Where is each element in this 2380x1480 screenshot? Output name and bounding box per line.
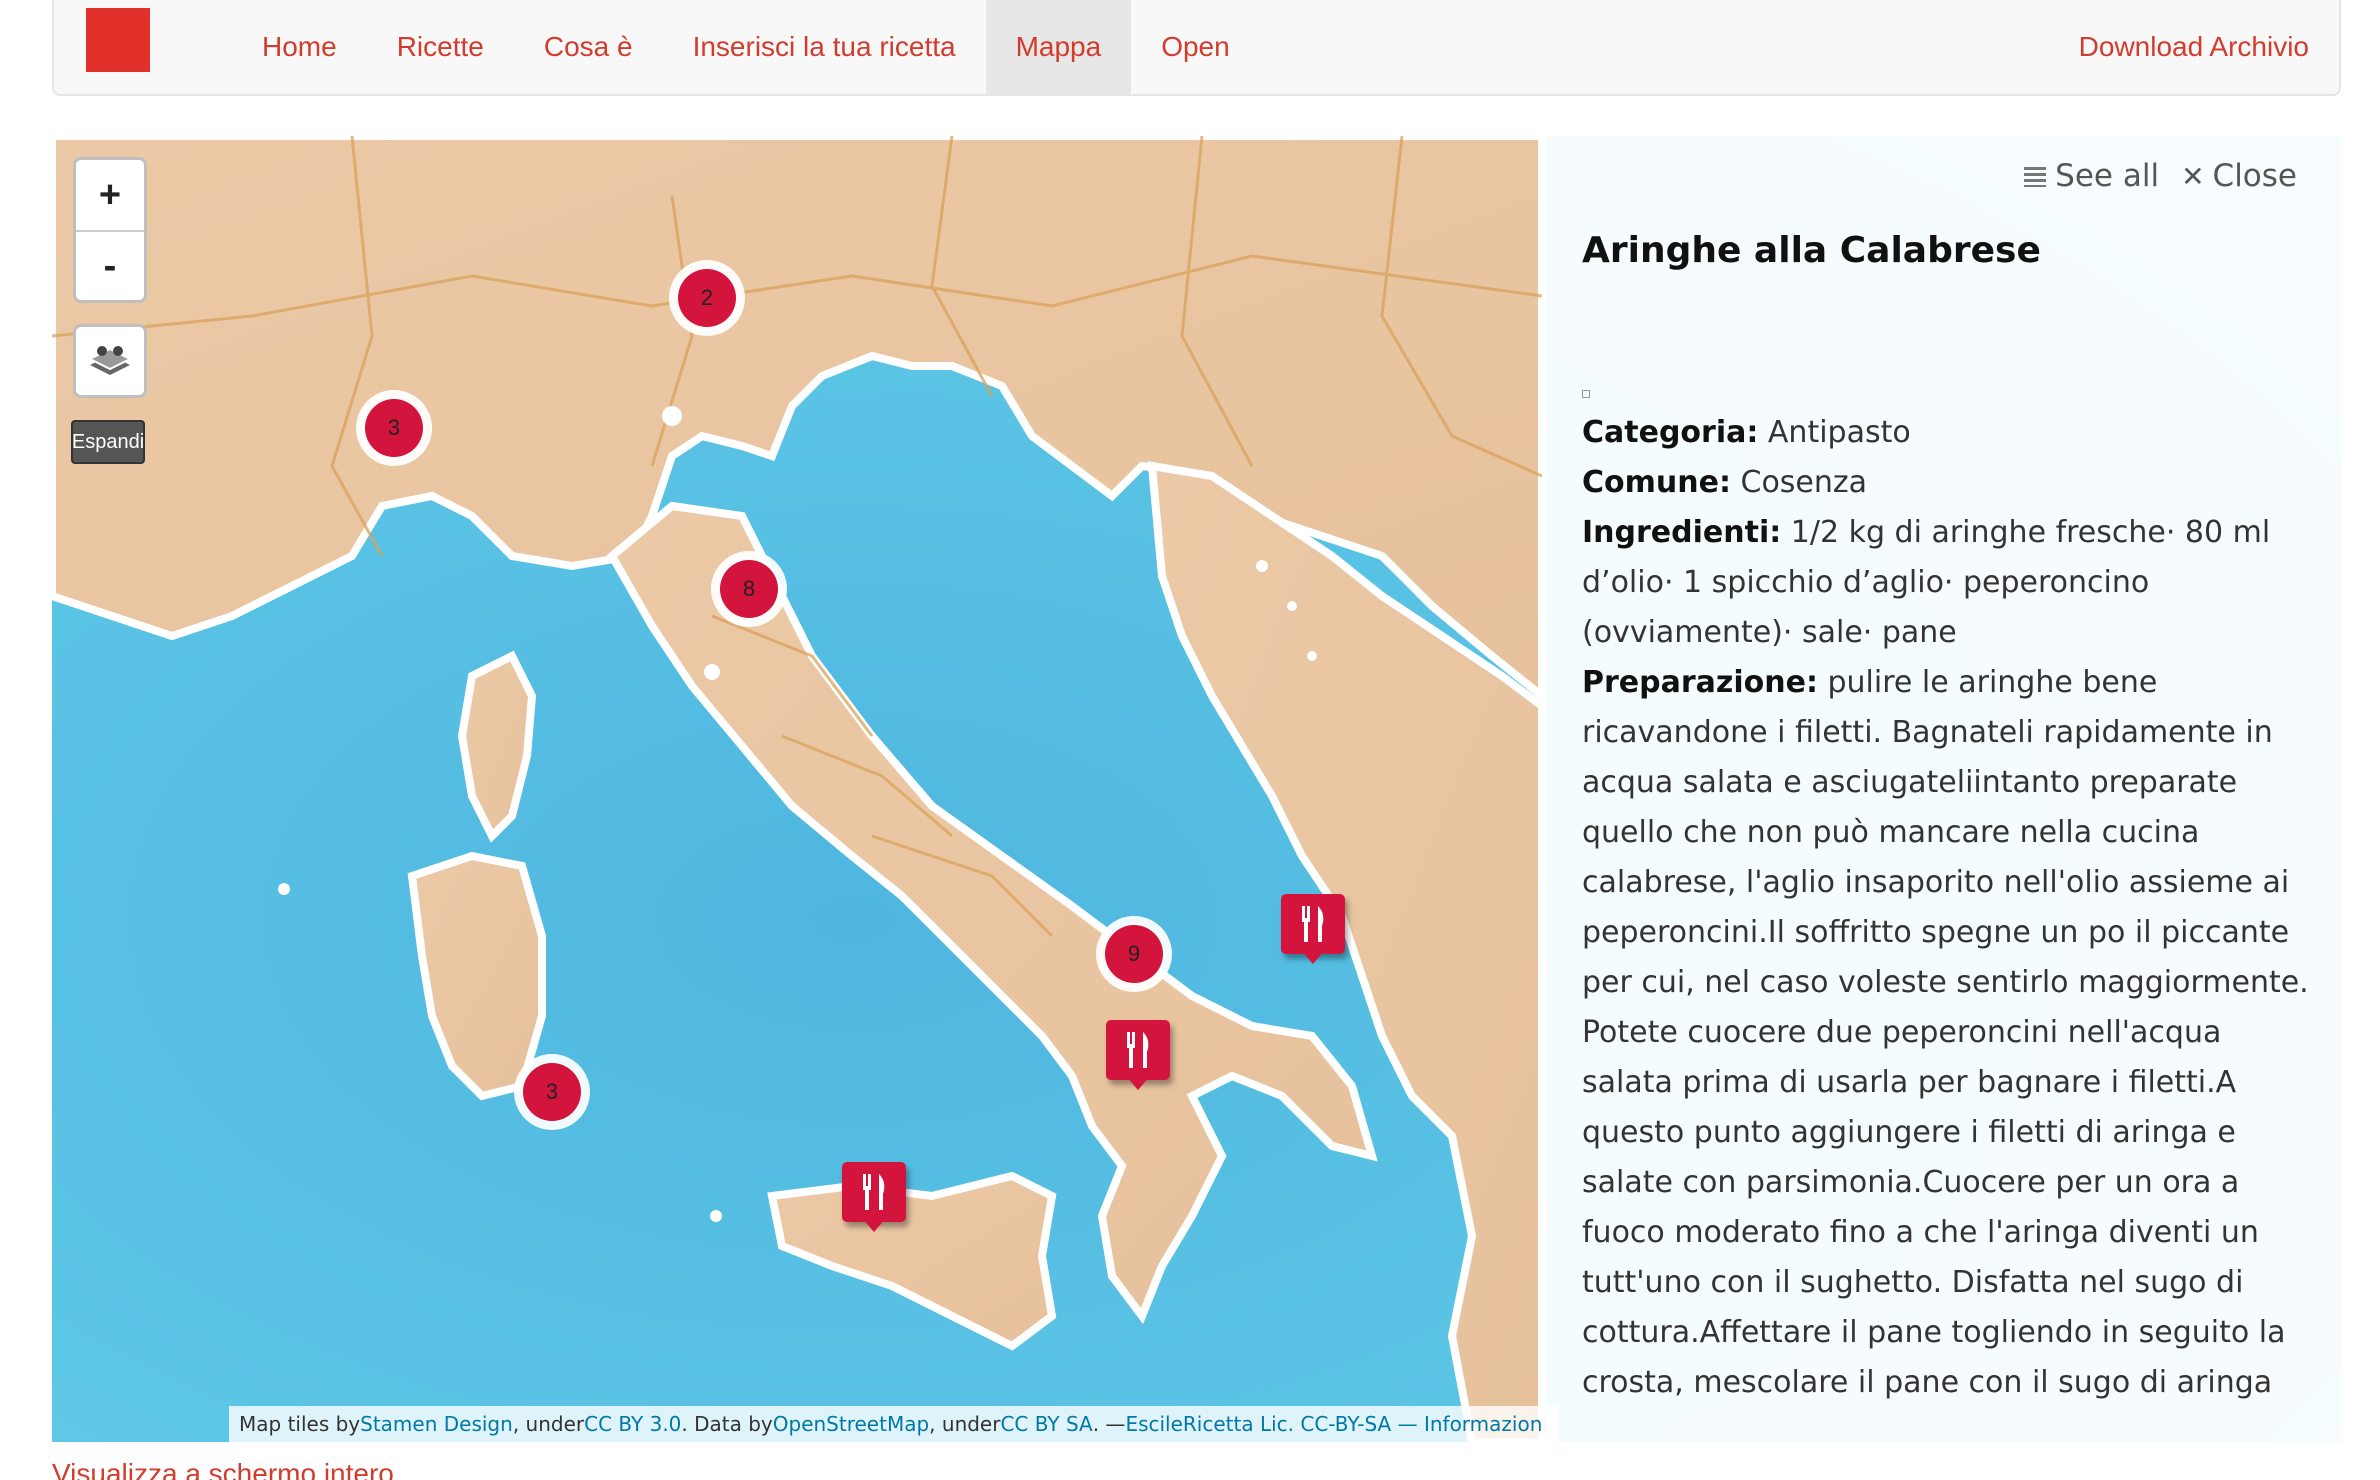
recipe-pin[interactable] xyxy=(1106,1020,1170,1094)
cluster-count: 9 xyxy=(1105,925,1163,983)
openstreetmap-link[interactable]: OpenStreetMap xyxy=(773,1412,929,1436)
nav-item-home[interactable]: Home xyxy=(232,0,367,94)
nav-item-open[interactable]: Open xyxy=(1131,0,1260,94)
stamen-link[interactable]: Stamen Design xyxy=(360,1412,513,1436)
ingredienti-row: Ingredienti: 1/2 kg di aringhe fresche· … xyxy=(1582,508,2312,658)
fork-knife-icon xyxy=(1127,1032,1149,1068)
see-all-label: See all xyxy=(2055,158,2160,194)
recipe-details: Categoria: Antipasto Comune: Cosenza Ing… xyxy=(1582,408,2312,1442)
attribution-text: , under xyxy=(929,1412,1001,1436)
recipe-image xyxy=(1582,390,1590,398)
nav-item-mappa[interactable]: Mappa xyxy=(985,0,1132,94)
cluster-count: 2 xyxy=(678,269,736,327)
fullscreen-link[interactable]: Visualizza a schermo intero xyxy=(52,1458,394,1480)
map-cluster[interactable]: 9 xyxy=(1096,916,1172,992)
cluster-count: 8 xyxy=(720,560,778,618)
zoom-in-button[interactable]: + xyxy=(76,160,144,230)
recipe-map[interactable]: + - Espandi 2 3 8 9 3 Map tiles by Stame… xyxy=(52,136,2341,1442)
top-navbar: Home Ricette Cosa è Inserisci la tua ric… xyxy=(52,0,2341,96)
categoria-label: Categoria: xyxy=(1582,415,1759,450)
zoom-control: + - xyxy=(73,157,147,303)
close-button[interactable]: ✕ Close xyxy=(2181,158,2297,194)
cluster-count: 3 xyxy=(365,399,423,457)
nav-item-inserisci-ricetta[interactable]: Inserisci la tua ricetta xyxy=(663,0,986,94)
preparazione-value: pulire le aringhe bene ricavandone i fil… xyxy=(1582,665,2309,1400)
recipe-title: Aringhe alla Calabrese xyxy=(1582,230,2041,271)
zoom-out-button[interactable]: - xyxy=(76,230,144,300)
layers-icon xyxy=(87,346,133,375)
comune-value: Cosenza xyxy=(1740,465,1868,500)
nav-item-ricette[interactable]: Ricette xyxy=(367,0,514,94)
brand-logo[interactable] xyxy=(86,8,150,72)
cc-by-3-link[interactable]: CC BY 3.0 xyxy=(584,1412,681,1436)
comune-label: Comune: xyxy=(1582,465,1731,500)
map-cluster[interactable]: 3 xyxy=(356,390,432,466)
expand-button[interactable]: Espandi xyxy=(71,420,145,464)
attribution-text: . — xyxy=(1092,1412,1126,1436)
cluster-count: 3 xyxy=(523,1063,581,1121)
preparazione-label: Preparazione: xyxy=(1582,665,1818,700)
panel-actions: See all ✕ Close xyxy=(2023,158,2297,194)
attribution-text: Map tiles by xyxy=(239,1412,361,1436)
map-cluster[interactable]: 3 xyxy=(514,1054,590,1130)
map-cluster[interactable]: 2 xyxy=(669,260,745,336)
close-icon: ✕ xyxy=(2181,159,2205,193)
download-archive-link[interactable]: Download Archivio xyxy=(2079,0,2309,94)
see-all-button[interactable]: See all xyxy=(2023,158,2159,194)
preparazione-row: Preparazione: pulire le aringhe bene ric… xyxy=(1582,658,2312,1408)
recipe-pin[interactable] xyxy=(842,1162,906,1236)
map-cluster[interactable]: 8 xyxy=(711,551,787,627)
fork-knife-icon xyxy=(863,1174,885,1210)
categoria-row: Categoria: Antipasto xyxy=(1582,408,2312,458)
fork-knife-icon xyxy=(1302,906,1324,942)
recipe-pin[interactable] xyxy=(1281,894,1345,968)
cc-by-sa-link[interactable]: CC BY SA xyxy=(1000,1412,1092,1436)
categoria-value: Antipasto xyxy=(1767,415,1911,450)
nav-menu: Home Ricette Cosa è Inserisci la tua ric… xyxy=(232,0,1260,94)
recipe-detail-panel: See all ✕ Close Aringhe alla Calabrese C… xyxy=(1542,136,2341,1442)
layers-button[interactable] xyxy=(73,324,147,398)
escile-ricetta-link[interactable]: EscileRicetta Lic. CC-BY-SA — Informazio… xyxy=(1125,1412,1548,1436)
attribution-text: . Data by xyxy=(681,1412,773,1436)
nav-item-cosa-e[interactable]: Cosa è xyxy=(514,0,663,94)
comune-row: Comune: Cosenza xyxy=(1582,458,2312,508)
attribution-text: , under xyxy=(512,1412,585,1436)
ingredienti-label: Ingredienti: xyxy=(1582,515,1782,550)
list-icon xyxy=(2024,167,2047,187)
map-attribution: Map tiles by Stamen Design , under CC BY… xyxy=(229,1406,1558,1442)
close-label: Close xyxy=(2212,158,2297,194)
